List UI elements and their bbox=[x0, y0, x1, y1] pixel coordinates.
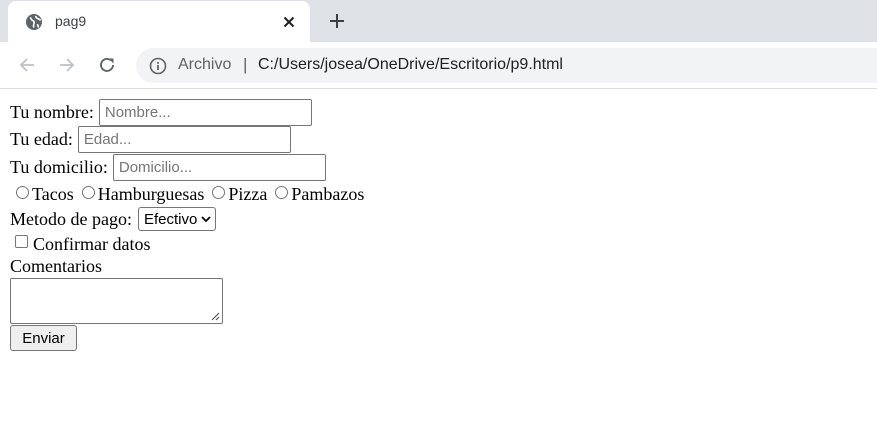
radio-pambazos[interactable] bbox=[275, 186, 289, 199]
food-options-row: Tacos Hamburguesas Pizza Pambazos bbox=[10, 184, 366, 205]
chevron-down-icon bbox=[201, 216, 211, 223]
scheme-separator: | bbox=[243, 55, 248, 74]
browser-tab[interactable]: pag9 bbox=[8, 1, 310, 42]
name-label: Tu nombre: bbox=[10, 102, 94, 122]
name-row: Tu nombre: bbox=[10, 99, 312, 126]
confirm-row: Confirmar datos bbox=[10, 234, 150, 255]
back-arrow-icon[interactable] bbox=[15, 53, 39, 77]
resize-grip-icon[interactable] bbox=[211, 312, 220, 321]
address-row: Tu domicilio: bbox=[10, 154, 326, 181]
radio-hamburguesas[interactable] bbox=[81, 186, 95, 199]
tab-strip: pag9 bbox=[0, 0, 877, 42]
name-input[interactable] bbox=[98, 99, 312, 126]
radio-label-pizza: Pizza bbox=[228, 184, 268, 204]
submit-button[interactable]: Enviar bbox=[10, 325, 77, 351]
forward-arrow-icon[interactable] bbox=[55, 53, 79, 77]
comments-label-row: Comentarios bbox=[10, 256, 102, 277]
tab-title: pag9 bbox=[55, 13, 87, 29]
reload-icon[interactable] bbox=[95, 53, 119, 77]
comments-textarea[interactable] bbox=[10, 278, 223, 324]
radio-tacos[interactable] bbox=[16, 186, 29, 199]
payment-label: Metodo de pago: bbox=[10, 208, 132, 229]
radio-label-pambazos: Pambazos bbox=[291, 184, 365, 204]
radio-label-hamburguesas: Hamburguesas bbox=[97, 184, 205, 204]
radio-label-tacos: Tacos bbox=[32, 184, 74, 204]
address-bar[interactable]: Archivo | C:/Users/josea/OneDrive/Escrit… bbox=[136, 48, 877, 83]
browser-toolbar: Archivo | C:/Users/josea/OneDrive/Escrit… bbox=[0, 42, 877, 89]
info-icon[interactable] bbox=[149, 57, 167, 75]
payment-select[interactable]: Efectivo bbox=[137, 207, 217, 231]
confirm-checkbox[interactable] bbox=[15, 235, 28, 248]
url-text[interactable]: C:/Users/josea/OneDrive/Escritorio/p9.ht… bbox=[258, 56, 563, 74]
age-row: Tu edad: bbox=[10, 126, 291, 153]
payment-selected-value: Efectivo bbox=[143, 210, 198, 228]
comments-label: Comentarios bbox=[10, 256, 102, 276]
address-input[interactable] bbox=[112, 154, 326, 181]
confirm-label: Confirmar datos bbox=[33, 234, 151, 254]
age-label: Tu edad: bbox=[10, 129, 73, 149]
payment-row: Metodo de pago: Efectivo bbox=[10, 207, 217, 231]
radio-pizza[interactable] bbox=[212, 186, 226, 199]
age-input[interactable] bbox=[77, 126, 291, 153]
globe-icon bbox=[25, 13, 43, 31]
address-label: Tu domicilio: bbox=[10, 157, 108, 177]
scheme-label: Archivo bbox=[178, 56, 232, 73]
plus-icon[interactable] bbox=[326, 10, 348, 32]
close-icon[interactable] bbox=[280, 13, 298, 31]
page-content: Tu nombre: Tu edad: Tu domicilio: Tacos … bbox=[0, 89, 877, 422]
